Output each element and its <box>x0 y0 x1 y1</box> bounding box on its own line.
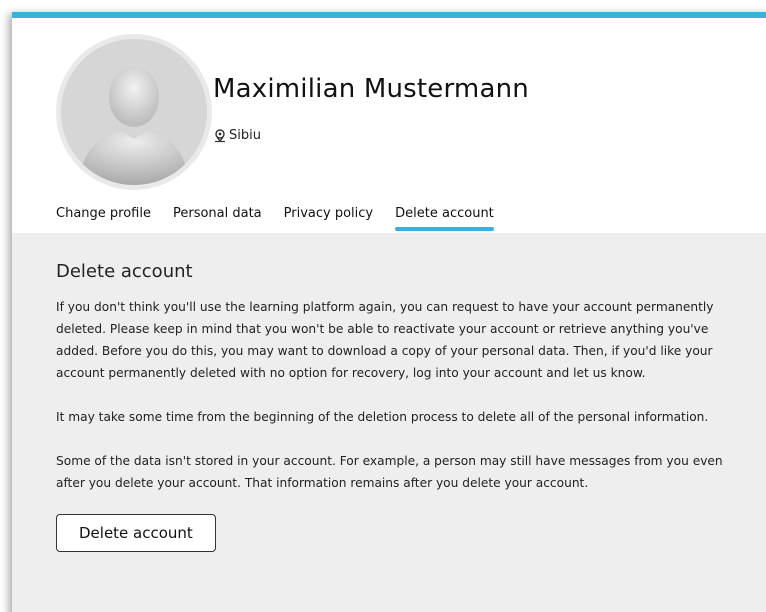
profile-name: Maximilian Mustermann <box>213 74 529 104</box>
tab-delete-account[interactable]: Delete account <box>395 206 494 231</box>
tab-privacy-policy[interactable]: Privacy policy <box>284 206 373 227</box>
map-pin-icon <box>215 129 225 143</box>
info-paragraph-2: It may take some time from the beginning… <box>56 410 709 424</box>
user-silhouette-icon <box>61 39 207 185</box>
profile-header: Maximilian Mustermann Sibiu Change profi… <box>12 18 766 245</box>
profile-tabs: Change profile Personal data Privacy pol… <box>56 206 516 231</box>
tab-change-profile[interactable]: Change profile <box>56 206 151 227</box>
app-window: Maximilian Mustermann Sibiu Change profi… <box>12 12 766 612</box>
info-paragraph-3: Some of the data isn't stored in your ac… <box>56 454 723 490</box>
info-paragraph-1: If you don't think you'll use the learni… <box>56 300 714 380</box>
location-label: Sibiu <box>229 128 261 143</box>
tab-personal-data[interactable]: Personal data <box>173 206 262 227</box>
panel-title: Delete account <box>56 261 193 282</box>
avatar <box>56 34 212 190</box>
delete-account-button[interactable]: Delete account <box>56 514 216 552</box>
delete-account-panel: Delete account If you don't think you'll… <box>12 233 766 612</box>
profile-location: Sibiu <box>213 128 261 143</box>
